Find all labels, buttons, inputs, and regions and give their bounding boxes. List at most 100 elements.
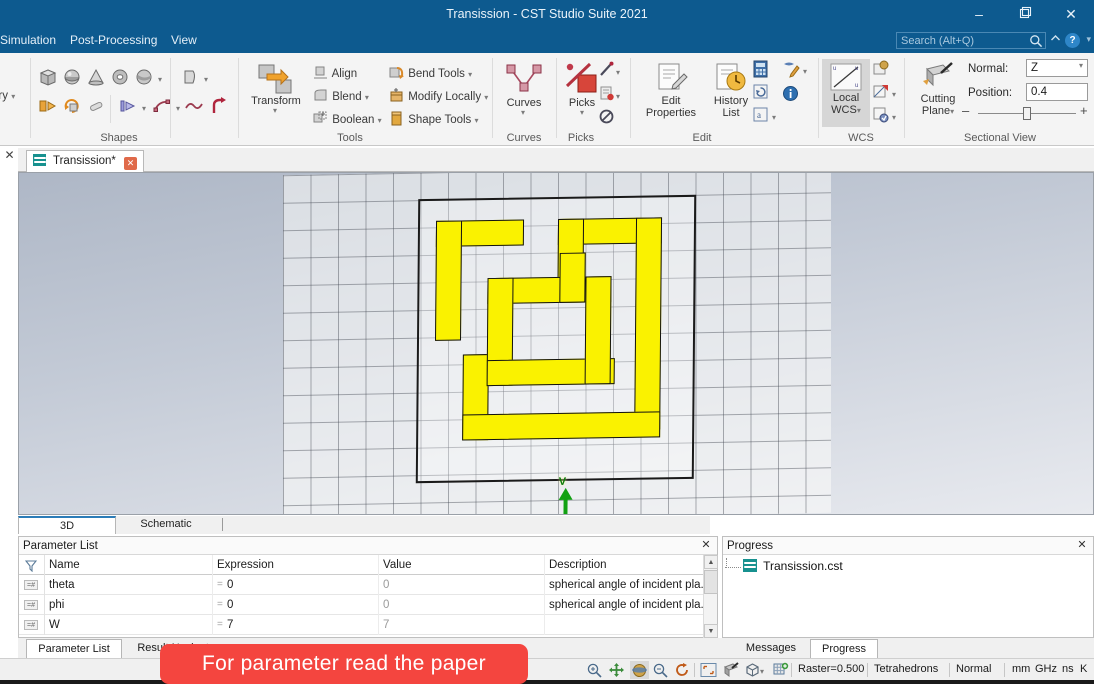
pick-point-caret[interactable]: ▾ — [616, 68, 620, 77]
extrude-face-button[interactable] — [38, 96, 58, 119]
column-header-description[interactable]: Description — [545, 555, 705, 575]
refresh-button[interactable] — [752, 83, 769, 103]
table-row[interactable]: =# phi = 0 0 spherical angle of incident… — [19, 595, 717, 615]
library-button[interactable]: ary ▾ — [0, 85, 15, 107]
status-solver-mode[interactable]: Normal — [956, 659, 991, 681]
slider-decrease-button[interactable]: – — [962, 103, 969, 118]
status-unit-time[interactable]: ns — [1062, 659, 1074, 681]
document-tab-transission[interactable]: Transission* ✕ — [26, 150, 145, 172]
filter-icon[interactable] — [24, 559, 38, 573]
menu-item-view[interactable]: View — [163, 28, 205, 53]
shape-sphere-button[interactable] — [62, 67, 82, 90]
tab-progress[interactable]: Progress — [810, 639, 878, 658]
menu-item-post-processing[interactable]: Post-Processing — [62, 28, 165, 53]
status-unit-frequency[interactable]: GHz — [1035, 659, 1057, 681]
macro-button[interactable]: a — [752, 106, 769, 126]
boolean-button[interactable]: Boolean ▾ — [312, 109, 382, 131]
align-wcs-button[interactable] — [872, 60, 889, 80]
picks-caret[interactable]: ▾ — [580, 107, 584, 119]
zoom-in-button[interactable] — [586, 662, 603, 678]
column-header-expression[interactable]: Expression — [213, 555, 379, 575]
fit-view-button[interactable] — [700, 662, 717, 678]
param-description[interactable]: spherical angle of incident pla... — [545, 575, 705, 595]
tab-parameter-list[interactable]: Parameter List — [26, 639, 122, 658]
param-name[interactable]: phi — [45, 595, 213, 615]
square-spiral-structure[interactable]: V W — [415, 194, 697, 514]
scroll-thumb[interactable] — [704, 570, 718, 594]
collapse-ribbon-button[interactable] — [1048, 33, 1062, 47]
local-wcs-caret[interactable]: ▾ — [857, 106, 861, 115]
3d-viewport[interactable]: V W — [18, 172, 1094, 515]
slider-thumb[interactable] — [1023, 107, 1031, 120]
bend-more-caret[interactable]: ▾ — [176, 104, 180, 113]
modify-locally-button[interactable]: Modify Locally ▾ — [388, 86, 488, 108]
reset-view-button[interactable] — [674, 662, 691, 678]
calculator-button[interactable] — [752, 60, 769, 81]
trace-button[interactable] — [118, 96, 138, 119]
cutting-plane-caret[interactable]: ▾ — [950, 107, 954, 116]
param-name[interactable]: theta — [45, 575, 213, 595]
progress-tree-item[interactable]: Transission.cst — [743, 559, 843, 573]
pan-button[interactable] — [608, 662, 625, 678]
blend-button[interactable]: Blend ▾ — [312, 86, 369, 108]
menu-item-simulation[interactable]: Simulation — [0, 28, 64, 53]
help-button[interactable]: ? — [1065, 33, 1080, 48]
maximize-button[interactable] — [1002, 0, 1048, 28]
macro-caret[interactable]: ▾ — [772, 113, 776, 122]
restore-wcs-caret[interactable]: ▾ — [892, 113, 896, 122]
align-button[interactable]: Align — [312, 63, 357, 85]
info-button[interactable] — [782, 85, 799, 105]
rotate-shape-button[interactable] — [62, 96, 82, 119]
extrude-button[interactable] — [180, 67, 200, 90]
loft-button[interactable] — [86, 96, 106, 119]
slider-increase-button[interactable]: + — [1080, 103, 1088, 118]
shape-cone-button[interactable] — [86, 67, 106, 90]
status-unit-length[interactable]: mm — [1012, 659, 1030, 681]
normal-select[interactable]: Z ▾ — [1026, 59, 1088, 77]
shape-tools-caret[interactable]: ▾ — [475, 116, 479, 125]
edit-pencil-button[interactable] — [782, 60, 800, 81]
restore-wcs-button[interactable] — [872, 106, 889, 126]
spline-shape-button[interactable] — [184, 96, 204, 119]
close-navigation-tree-button[interactable]: ✕ — [3, 148, 16, 162]
param-description[interactable]: spherical angle of incident pla... — [545, 595, 705, 615]
search-box[interactable] — [896, 32, 1046, 49]
search-icon[interactable] — [1029, 34, 1043, 48]
status-mesh-type[interactable]: Tetrahedrons — [874, 659, 938, 681]
progress-panel-close-button[interactable]: ✕ — [1075, 538, 1089, 553]
close-button[interactable]: ✕ — [1048, 0, 1094, 28]
transform-caret[interactable]: ▾ — [273, 105, 277, 117]
shape-brick-button[interactable] — [38, 67, 58, 90]
blend-caret[interactable]: ▾ — [365, 93, 369, 102]
transform-button[interactable]: Transform ▾ — [245, 63, 307, 115]
bend-tools-caret[interactable]: ▾ — [468, 70, 472, 79]
curves-caret[interactable]: ▾ — [521, 107, 525, 119]
document-tab-close-icon[interactable]: ✕ — [124, 157, 138, 170]
table-row[interactable]: =# theta = 0 0 spherical angle of incide… — [19, 575, 717, 595]
search-input[interactable] — [899, 33, 1021, 48]
wire-button[interactable] — [208, 96, 228, 119]
param-description[interactable] — [545, 615, 705, 635]
edit-properties-button[interactable]: Edit Properties — [640, 61, 702, 119]
status-unit-temperature[interactable]: K — [1080, 659, 1087, 681]
shape-ellipsoid-button[interactable] — [134, 67, 154, 90]
position-input[interactable]: 0.4 — [1026, 83, 1088, 101]
edit-pencil-caret[interactable]: ▾ — [803, 67, 807, 76]
clear-picks-button[interactable] — [598, 85, 615, 105]
bounding-box-button[interactable] — [744, 662, 761, 678]
curves-button[interactable]: Curves ▾ — [496, 61, 552, 117]
parameter-list-close-button[interactable]: ✕ — [699, 538, 713, 553]
mesh-view-button[interactable] — [772, 662, 789, 678]
table-row[interactable]: =# W = 7 7 — [19, 615, 717, 635]
trace-more-caret[interactable]: ▾ — [142, 104, 146, 113]
cutting-plane-toggle-button[interactable] — [722, 662, 739, 678]
position-slider[interactable]: – + — [962, 103, 1088, 123]
transform-wcs-caret[interactable]: ▾ — [892, 90, 896, 99]
param-name[interactable]: W — [45, 615, 213, 635]
zoom-out-button[interactable] — [652, 662, 669, 678]
modify-locally-caret[interactable]: ▾ — [484, 93, 488, 102]
parameter-list-scrollbar[interactable]: ▲ ▼ — [703, 555, 718, 638]
clear-picks-caret[interactable]: ▾ — [616, 92, 620, 101]
cutting-plane-button[interactable]: Cutting Plane▾ — [910, 61, 966, 118]
rotate-view-button[interactable] — [630, 661, 649, 679]
